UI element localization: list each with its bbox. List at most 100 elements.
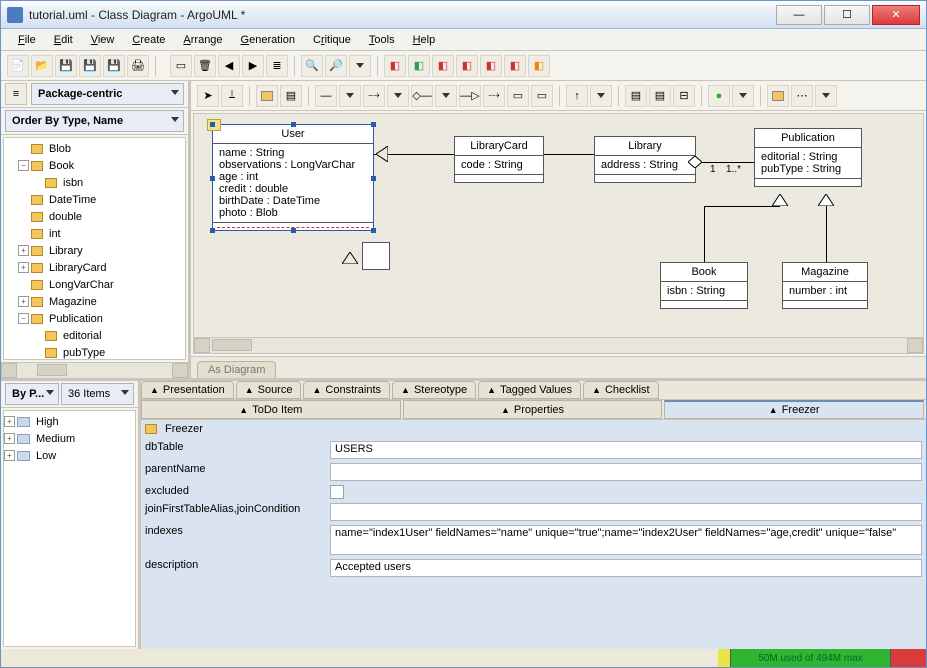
- perspective-config-icon[interactable]: ≡: [5, 83, 27, 105]
- canvas-scroll-right-icon[interactable]: [907, 338, 923, 353]
- class-name[interactable]: User: [213, 125, 373, 144]
- tree-toggle-icon[interactable]: −: [18, 313, 29, 324]
- tree-node-library[interactable]: +Library: [4, 242, 185, 259]
- dep-drop-icon[interactable]: [387, 85, 409, 107]
- todo-item-low[interactable]: +Low: [4, 447, 135, 464]
- gen-magazine-line[interactable]: [826, 206, 827, 262]
- order-combo[interactable]: Order By Type, Name: [5, 110, 184, 132]
- uml-class-user[interactable]: User name : String observations : LongVa…: [212, 124, 374, 231]
- nav-fwd-icon[interactable]: ▶: [242, 55, 264, 77]
- gen-book-line[interactable]: [704, 206, 705, 262]
- dot-drop-icon[interactable]: [732, 85, 754, 107]
- tree-node-longvarchar[interactable]: LongVarChar: [4, 276, 185, 293]
- find-icon[interactable]: 🔍: [301, 55, 323, 77]
- assoc-card-library[interactable]: [544, 154, 594, 155]
- assoc-library-pub[interactable]: [696, 162, 754, 163]
- tree-node-magazine[interactable]: +Magazine: [4, 293, 185, 310]
- diagram7-icon[interactable]: ◧: [528, 55, 550, 77]
- todo-item-high[interactable]: +High: [4, 413, 135, 430]
- dep-icon[interactable]: ⤍: [363, 85, 385, 107]
- tab-stereotype[interactable]: ▲ Stereotype: [392, 381, 476, 399]
- tree-node-double[interactable]: double: [4, 208, 185, 225]
- saveall-icon[interactable]: 💾: [103, 55, 125, 77]
- tree-node-isbn[interactable]: isbn: [4, 174, 185, 191]
- menu-view[interactable]: View: [82, 31, 124, 49]
- input-indexes[interactable]: name="index1User" fieldNames="name" uniq…: [330, 525, 922, 555]
- model-tree[interactable]: Blob−BookisbnDateTimedoubleint+Library+L…: [3, 137, 186, 360]
- maximize-button[interactable]: ☐: [824, 5, 870, 25]
- aggr-icon[interactable]: ◇—: [411, 85, 433, 107]
- menu-edit[interactable]: Edit: [45, 31, 82, 49]
- uml-class-magazine[interactable]: Magazine number : int: [782, 262, 868, 309]
- select-icon[interactable]: ▭: [170, 55, 192, 77]
- config-icon[interactable]: ≣: [266, 55, 288, 77]
- tree-node-editorial[interactable]: editorial: [4, 327, 185, 344]
- misc-drop-icon[interactable]: [815, 85, 837, 107]
- pkg-icon[interactable]: ▭: [507, 85, 529, 107]
- note-icon[interactable]: [767, 85, 789, 107]
- open-icon[interactable]: 📂: [31, 55, 53, 77]
- uml-empty-class[interactable]: [362, 242, 390, 270]
- diagram-canvas[interactable]: User name : String observations : LongVa…: [194, 114, 923, 337]
- attr-icon[interactable]: ▤: [625, 85, 647, 107]
- nav-back-icon[interactable]: ◀: [218, 55, 240, 77]
- checkbox-excluded[interactable]: [330, 485, 344, 499]
- input-parentname[interactable]: [330, 463, 922, 481]
- tree-toggle-icon[interactable]: +: [18, 245, 29, 256]
- tab-freezer[interactable]: ▲ Freezer: [664, 400, 924, 419]
- menu-generation[interactable]: Generation: [232, 31, 304, 49]
- scroll-right-icon[interactable]: [172, 363, 188, 378]
- tab-constraints[interactable]: ▲ Constraints: [303, 381, 390, 399]
- print-icon[interactable]: 🖨: [127, 55, 149, 77]
- sig-icon[interactable]: ⊟: [673, 85, 695, 107]
- menu-file[interactable]: File: [9, 31, 45, 49]
- menu-critique[interactable]: Critique: [304, 31, 360, 49]
- delete-icon[interactable]: 🗑: [194, 55, 216, 77]
- assoc-drop-icon[interactable]: [339, 85, 361, 107]
- tree-node-datetime[interactable]: DateTime: [4, 191, 185, 208]
- tree-toggle-icon[interactable]: −: [18, 160, 29, 171]
- real-icon[interactable]: ⤏: [483, 85, 505, 107]
- oper-icon[interactable]: ▤: [649, 85, 671, 107]
- save-icon[interactable]: 💾: [55, 55, 77, 77]
- new-class-icon[interactable]: [256, 85, 278, 107]
- new-class2-icon[interactable]: ▤: [280, 85, 302, 107]
- todo-sort-combo[interactable]: By P...: [5, 383, 59, 405]
- tab-tagged-values[interactable]: ▲ Tagged Values: [478, 381, 581, 399]
- memory-gauge[interactable]: 50M used of 494M max: [718, 649, 926, 667]
- diagram5-icon[interactable]: ◧: [480, 55, 502, 77]
- up-drop-icon[interactable]: [590, 85, 612, 107]
- todo-tree[interactable]: +High+Medium+Low: [3, 410, 136, 647]
- tree-node-publication[interactable]: −Publication: [4, 310, 185, 327]
- aggr-drop-icon[interactable]: [435, 85, 457, 107]
- tab-todo-item[interactable]: ▲ ToDo Item: [141, 400, 401, 419]
- saveas-icon[interactable]: 💾: [79, 55, 101, 77]
- tree-node-blob[interactable]: Blob: [4, 140, 185, 157]
- input-description[interactable]: Accepted users: [330, 559, 922, 577]
- misc-icon[interactable]: ⋯: [791, 85, 813, 107]
- gen-icon[interactable]: —▷: [459, 85, 481, 107]
- tab-properties[interactable]: ▲ Properties: [403, 400, 663, 419]
- tab-source[interactable]: ▲ Source: [236, 381, 302, 399]
- canvas-scroll-left-icon[interactable]: [194, 338, 210, 353]
- menu-arrange[interactable]: Arrange: [174, 31, 231, 49]
- diagram6-icon[interactable]: ◧: [504, 55, 526, 77]
- up-icon[interactable]: ↑: [566, 85, 588, 107]
- menu-help[interactable]: Help: [404, 31, 445, 49]
- broom-icon[interactable]: ⟘: [221, 85, 243, 107]
- todo-item-medium[interactable]: +Medium: [4, 430, 135, 447]
- tree-toggle-icon[interactable]: +: [18, 296, 29, 307]
- new-icon[interactable]: 📄: [7, 55, 29, 77]
- diagram3-icon[interactable]: ◧: [432, 55, 454, 77]
- class-attrs[interactable]: name : String observations : LongVarChar…: [213, 144, 373, 222]
- uml-class-librarycard[interactable]: LibraryCard code : String: [454, 136, 544, 183]
- assoc-icon[interactable]: —: [315, 85, 337, 107]
- dot-icon[interactable]: ●: [708, 85, 730, 107]
- pointer-icon[interactable]: ➤: [197, 85, 219, 107]
- todo-count[interactable]: 36 Items: [61, 383, 134, 405]
- zoom-icon[interactable]: 🔎: [325, 55, 347, 77]
- tree-node-pubtype[interactable]: pubType: [4, 344, 185, 360]
- tree-node-librarycard[interactable]: +LibraryCard: [4, 259, 185, 276]
- tree-node-book[interactable]: −Book: [4, 157, 185, 174]
- canvas-hscrollbar[interactable]: [194, 337, 923, 353]
